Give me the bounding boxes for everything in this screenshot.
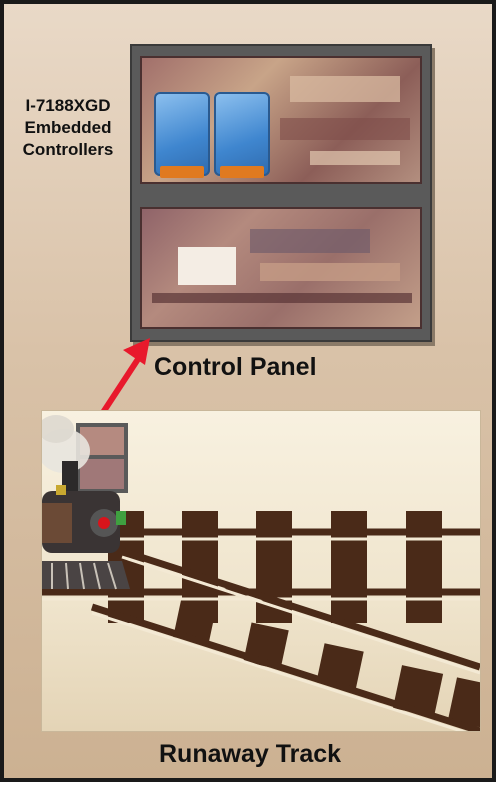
- arrow-icon: [99, 338, 150, 416]
- diagram-frame: I-7188XGD Embedded Controllers Control P…: [0, 0, 496, 782]
- control-panel-caption: Control Panel: [154, 353, 317, 381]
- track-drawing: [42, 415, 480, 731]
- runaway-track-scene: [41, 410, 481, 732]
- runaway-track-caption: Runaway Track: [159, 740, 342, 768]
